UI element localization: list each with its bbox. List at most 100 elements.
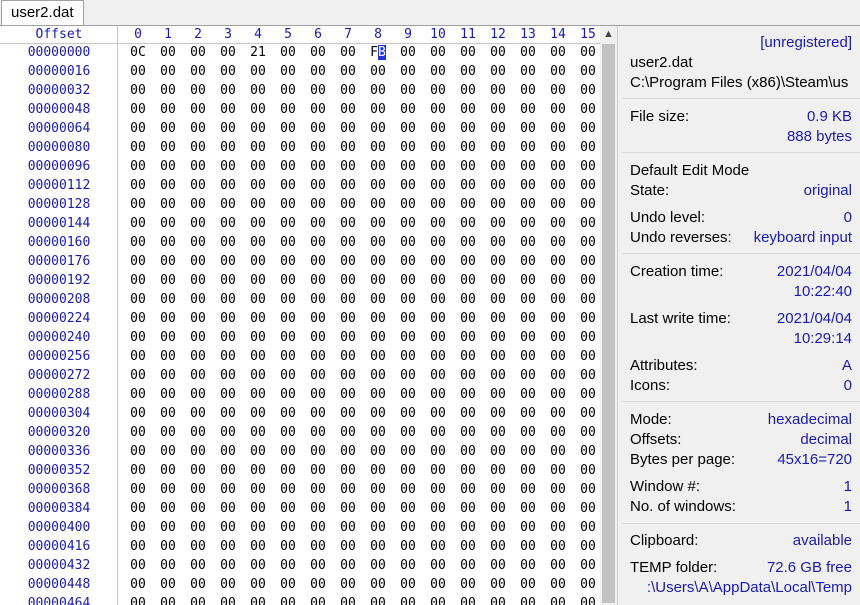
hex-byte[interactable]: 00: [516, 594, 540, 605]
hex-byte[interactable]: 00: [186, 214, 210, 233]
hex-byte[interactable]: 0C: [126, 43, 150, 62]
hex-byte[interactable]: 00: [246, 423, 270, 442]
hex-byte[interactable]: 00: [456, 290, 480, 309]
hex-byte[interactable]: 00: [126, 461, 150, 480]
hex-byte[interactable]: 00: [576, 442, 600, 461]
hex-byte[interactable]: 00: [576, 81, 600, 100]
hex-byte[interactable]: 00: [456, 537, 480, 556]
hex-byte[interactable]: 00: [126, 518, 150, 537]
hex-byte[interactable]: 00: [366, 461, 390, 480]
hex-byte[interactable]: 00: [486, 461, 510, 480]
hex-byte[interactable]: 00: [126, 575, 150, 594]
hex-byte[interactable]: 00: [426, 480, 450, 499]
hex-byte[interactable]: 00: [456, 347, 480, 366]
hex-byte[interactable]: 00: [306, 404, 330, 423]
hex-byte[interactable]: 00: [366, 556, 390, 575]
hex-byte[interactable]: 00: [576, 252, 600, 271]
hex-byte[interactable]: 00: [366, 423, 390, 442]
hex-row[interactable]: 00000336 00 00 00 00 00 00 00 00 00 00 00 00 00 00 00 00: [0, 442, 600, 461]
hex-byte[interactable]: 00: [186, 594, 210, 605]
hex-byte[interactable]: 00: [426, 499, 450, 518]
hex-byte[interactable]: 00: [186, 195, 210, 214]
hex-byte[interactable]: 00: [246, 271, 270, 290]
hex-byte[interactable]: 00: [396, 157, 420, 176]
hex-byte[interactable]: 00: [426, 119, 450, 138]
hex-byte[interactable]: 00: [126, 423, 150, 442]
hex-byte[interactable]: 00: [246, 404, 270, 423]
hex-byte[interactable]: 00: [426, 138, 450, 157]
hex-byte[interactable]: 00: [576, 309, 600, 328]
hex-byte[interactable]: 00: [156, 119, 180, 138]
hex-byte[interactable]: 00: [246, 556, 270, 575]
hex-byte[interactable]: 00: [336, 461, 360, 480]
hex-byte[interactable]: 00: [546, 138, 570, 157]
hex-byte[interactable]: 00: [186, 518, 210, 537]
hex-byte[interactable]: 00: [426, 62, 450, 81]
hex-byte[interactable]: 00: [396, 62, 420, 81]
hex-byte[interactable]: 00: [336, 100, 360, 119]
hex-byte[interactable]: 00: [246, 366, 270, 385]
hex-byte[interactable]: 00: [306, 271, 330, 290]
hex-byte[interactable]: 00: [246, 385, 270, 404]
hex-byte[interactable]: 00: [366, 575, 390, 594]
hex-byte[interactable]: 00: [366, 480, 390, 499]
hex-byte[interactable]: 00: [216, 119, 240, 138]
hex-byte[interactable]: 00: [396, 347, 420, 366]
hex-byte[interactable]: 00: [546, 195, 570, 214]
hex-byte[interactable]: 00: [306, 385, 330, 404]
hex-byte[interactable]: 00: [426, 537, 450, 556]
hex-byte[interactable]: 00: [486, 499, 510, 518]
hex-byte[interactable]: 00: [216, 100, 240, 119]
hex-row[interactable]: 00000048 00 00 00 00 00 00 00 00 00 00 00 00 00 00 00 00: [0, 100, 600, 119]
hex-byte[interactable]: 00: [546, 62, 570, 81]
hex-byte[interactable]: 00: [216, 233, 240, 252]
hex-row[interactable]: 00000400 00 00 00 00 00 00 00 00 00 00 00 00 00 00 00 00: [0, 518, 600, 537]
hex-row[interactable]: 00000224 00 00 00 00 00 00 00 00 00 00 00 00 00 00 00 00: [0, 309, 600, 328]
hex-byte[interactable]: 00: [516, 366, 540, 385]
hex-byte[interactable]: 00: [396, 594, 420, 605]
hex-byte[interactable]: 00: [156, 537, 180, 556]
hex-editor-panel[interactable]: Offset 0 1 2 3 4 5 6 7 8 9 10 11 12 13 14 15 00000000 0C…: [0, 26, 600, 605]
hex-byte[interactable]: 00: [336, 290, 360, 309]
hex-byte[interactable]: 00: [246, 214, 270, 233]
hex-byte[interactable]: 00: [366, 81, 390, 100]
hex-byte[interactable]: 00: [456, 252, 480, 271]
hex-byte[interactable]: 00: [546, 176, 570, 195]
hex-byte[interactable]: 00: [156, 43, 180, 62]
hex-byte[interactable]: 00: [366, 518, 390, 537]
hex-byte[interactable]: 00: [456, 138, 480, 157]
hex-byte[interactable]: 00: [276, 556, 300, 575]
hex-byte[interactable]: 00: [456, 556, 480, 575]
hex-byte[interactable]: 00: [576, 594, 600, 605]
hex-byte[interactable]: 00: [516, 43, 540, 62]
hex-byte[interactable]: 00: [126, 480, 150, 499]
hex-byte[interactable]: 00: [366, 157, 390, 176]
scroll-up-arrow-icon[interactable]: ▲: [600, 26, 617, 43]
hex-byte[interactable]: 00: [126, 404, 150, 423]
hex-byte[interactable]: 00: [456, 594, 480, 605]
hex-byte[interactable]: 00: [306, 461, 330, 480]
hex-byte[interactable]: 00: [426, 518, 450, 537]
hex-byte[interactable]: 00: [426, 214, 450, 233]
hex-byte[interactable]: 00: [276, 138, 300, 157]
hex-byte[interactable]: 00: [276, 271, 300, 290]
hex-byte[interactable]: 00: [546, 100, 570, 119]
hex-byte[interactable]: 00: [396, 309, 420, 328]
hex-byte[interactable]: 00: [366, 499, 390, 518]
hex-byte[interactable]: 00: [516, 442, 540, 461]
scroll-thumb[interactable]: [602, 44, 615, 603]
hex-byte[interactable]: 00: [516, 252, 540, 271]
hex-byte[interactable]: 00: [246, 518, 270, 537]
hex-byte[interactable]: 00: [366, 138, 390, 157]
hex-byte[interactable]: 00: [456, 119, 480, 138]
hex-byte[interactable]: 00: [516, 309, 540, 328]
hex-byte[interactable]: 00: [366, 442, 390, 461]
hex-byte[interactable]: 00: [486, 309, 510, 328]
hex-byte[interactable]: 00: [576, 62, 600, 81]
hex-row[interactable]: 00000256 00 00 00 00 00 00 00 00 00 00 00 00 00 00 00 00: [0, 347, 600, 366]
hex-byte[interactable]: 00: [186, 138, 210, 157]
hex-row[interactable]: 00000448 00 00 00 00 00 00 00 00 00 00 00 00 00 00 00 00: [0, 575, 600, 594]
hex-byte[interactable]: 00: [336, 347, 360, 366]
hex-byte[interactable]: 00: [576, 328, 600, 347]
hex-row[interactable]: 00000384 00 00 00 00 00 00 00 00 00 00 00 00 00 00 00 00: [0, 499, 600, 518]
